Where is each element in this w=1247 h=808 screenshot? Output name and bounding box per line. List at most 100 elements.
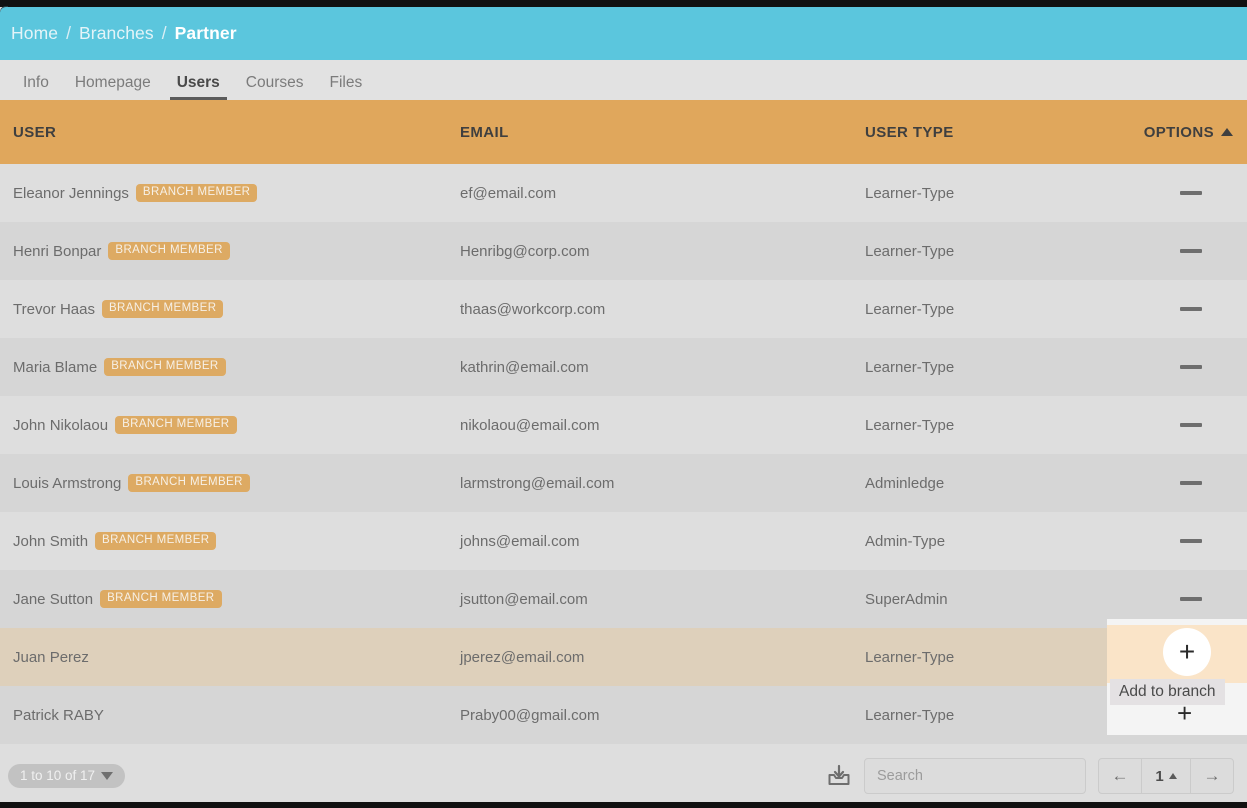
row-count-selector[interactable]: 1 to 10 of 17 xyxy=(8,763,126,789)
cell-email: thaas@workcorp.com xyxy=(460,300,606,318)
column-header-options[interactable]: OPTIONS xyxy=(1135,124,1247,141)
status-badge: BRANCH MEMBER xyxy=(95,531,217,551)
table-row[interactable]: Henri Bonpar BRANCH MEMBER Henribg@corp.co… xyxy=(0,222,1247,280)
cell-email: kathrin@email.com xyxy=(460,358,589,376)
breadcrumb-bar: Home / Branches / Partner xyxy=(0,7,1247,60)
status-badge: BRANCH MEMBER xyxy=(135,183,258,203)
cell-email: Henribg@corp.com xyxy=(460,242,590,260)
cell-user-type: Adminledge xyxy=(865,474,945,492)
users-table: USER EMAIL USER TYPE OPTIONS Eleanor Jen… xyxy=(0,100,1247,744)
tooltip-add-to-branch: Add to branch xyxy=(1110,679,1225,705)
status-badge: BRANCH MEMBER xyxy=(101,299,224,319)
tab-info[interactable]: Info xyxy=(10,74,62,101)
cell-user-type: Learner-Type xyxy=(865,300,955,318)
user-name: Patrick RABY xyxy=(13,706,104,724)
cell-user: Trevor Haas BRANCH MEMBER xyxy=(0,299,460,319)
breadcrumb-current: Partner xyxy=(174,23,237,43)
status-badge: BRANCH MEMBER xyxy=(115,415,237,435)
page-number-label: 1 xyxy=(1155,767,1164,785)
cell-user: John Nikolaou BRANCH MEMBER xyxy=(0,415,460,435)
cell-email: jperez@email.com xyxy=(460,648,585,666)
table-row[interactable]: Louis Armstrong BRANCH MEMBER larmstrong@e… xyxy=(0,454,1247,512)
cell-email: johns@email.com xyxy=(460,532,580,550)
cell-user: Maria Blame BRANCH MEMBER xyxy=(0,357,460,377)
tab-courses[interactable]: Courses xyxy=(233,74,317,101)
page-number-selector[interactable]: 1 xyxy=(1141,759,1191,793)
user-name: Juan Perez xyxy=(13,648,89,666)
table-row[interactable]: Patrick RABY Praby00@gmail.com Learner-Typ… xyxy=(0,686,1247,744)
status-badge: BRANCH MEMBER xyxy=(108,241,230,261)
remove-from-branch-icon[interactable] xyxy=(1180,539,1202,543)
cell-options xyxy=(1135,597,1247,601)
footer-controls: ← 1 → xyxy=(826,758,1247,794)
remove-from-branch-icon[interactable] xyxy=(1180,191,1202,195)
user-name: Eleanor Jennings xyxy=(13,184,129,202)
table-row[interactable]: John Nikolaou BRANCH MEMBER nikolaou@email… xyxy=(0,396,1247,454)
cell-email: larmstrong@email.com xyxy=(460,474,615,492)
cell-user: Henri Bonpar BRANCH MEMBER xyxy=(0,241,460,261)
cell-email: nikolaou@email.com xyxy=(460,416,600,434)
window-bottom-edge xyxy=(0,802,1247,808)
user-name: Trevor Haas xyxy=(13,300,95,318)
status-badge: BRANCH MEMBER xyxy=(128,473,250,493)
tab-homepage[interactable]: Homepage xyxy=(62,74,164,101)
table-row[interactable]: Trevor Haas BRANCH MEMBER thaas@workcorp.c… xyxy=(0,280,1247,338)
breadcrumb-separator: / xyxy=(66,23,72,43)
column-header-user[interactable]: USER xyxy=(0,124,460,141)
remove-from-branch-icon[interactable] xyxy=(1180,365,1202,369)
user-name: Maria Blame xyxy=(13,358,98,376)
table-row[interactable]: Maria Blame BRANCH MEMBER kathrin@email.co… xyxy=(0,338,1247,396)
tab-files[interactable]: Files xyxy=(317,74,376,101)
breadcrumb: Home / Branches / Partner xyxy=(11,23,237,44)
table-row[interactable]: Juan Perez jperez@email.com Learner-Type xyxy=(0,628,1247,686)
remove-from-branch-icon[interactable] xyxy=(1180,597,1202,601)
table-row[interactable]: John Smith BRANCH MEMBER johns@email.com Ad… xyxy=(0,512,1247,570)
breadcrumb-item-branches[interactable]: Branches xyxy=(79,23,154,43)
cell-user: Patrick RABY xyxy=(0,707,460,724)
cell-user-type: Learner-Type xyxy=(865,648,955,666)
table-body: Eleanor Jennings BRANCH MEMBER ef@email.co… xyxy=(0,164,1247,744)
tab-users[interactable]: Users xyxy=(164,74,233,101)
search-input[interactable] xyxy=(864,758,1086,794)
cell-options xyxy=(1135,249,1247,253)
cell-options xyxy=(1135,191,1247,195)
status-badge: BRANCH MEMBER xyxy=(100,589,222,609)
table-row[interactable]: Eleanor Jennings BRANCH MEMBER ef@email.co… xyxy=(0,164,1247,222)
cell-options xyxy=(1135,365,1247,369)
column-header-options-label: OPTIONS xyxy=(1143,123,1214,141)
tab-bar: Info Homepage Users Courses Files xyxy=(0,60,1247,100)
user-name: Jane Sutton xyxy=(13,590,94,608)
remove-from-branch-icon[interactable] xyxy=(1180,249,1202,253)
user-name: John Smith xyxy=(13,532,89,550)
cell-email: ef@email.com xyxy=(460,184,557,202)
cell-options xyxy=(1135,539,1247,543)
pagination: ← 1 → xyxy=(1098,758,1234,794)
breadcrumb-item-home[interactable]: Home xyxy=(11,23,58,43)
status-badge: BRANCH MEMBER xyxy=(104,357,226,377)
remove-from-branch-icon[interactable] xyxy=(1180,481,1202,485)
previous-page-button[interactable]: ← xyxy=(1099,759,1141,793)
cell-user: Juan Perez xyxy=(0,649,460,666)
download-tray-icon[interactable] xyxy=(826,763,852,789)
user-name: Louis Armstrong xyxy=(13,474,122,492)
column-header-email[interactable]: EMAIL xyxy=(460,124,865,141)
cell-user: John Smith BRANCH MEMBER xyxy=(0,531,460,551)
column-header-user-type[interactable]: USER TYPE xyxy=(865,124,1135,141)
window-top-edge xyxy=(0,0,1247,7)
chevron-down-icon xyxy=(101,771,114,780)
cell-options xyxy=(1135,481,1247,485)
cell-user-type: SuperAdmin xyxy=(865,590,948,608)
add-to-branch-button[interactable]: + xyxy=(1163,628,1211,676)
table-row[interactable]: Jane Sutton BRANCH MEMBER jsutton@email.co… xyxy=(0,570,1247,628)
cell-user-type: Learner-Type xyxy=(865,358,955,376)
cell-options xyxy=(1135,423,1247,427)
remove-from-branch-icon[interactable] xyxy=(1180,423,1202,427)
cell-user-type: Learner-Type xyxy=(865,184,955,202)
table-header-row: USER EMAIL USER TYPE OPTIONS xyxy=(0,100,1247,164)
cell-user: Louis Armstrong BRANCH MEMBER xyxy=(0,473,460,493)
cell-email: Praby00@gmail.com xyxy=(460,706,600,724)
breadcrumb-separator: / xyxy=(161,23,167,43)
next-page-button[interactable]: → xyxy=(1191,759,1233,793)
remove-from-branch-icon[interactable] xyxy=(1180,307,1202,311)
row-count-label: 1 to 10 of 17 xyxy=(20,767,96,783)
